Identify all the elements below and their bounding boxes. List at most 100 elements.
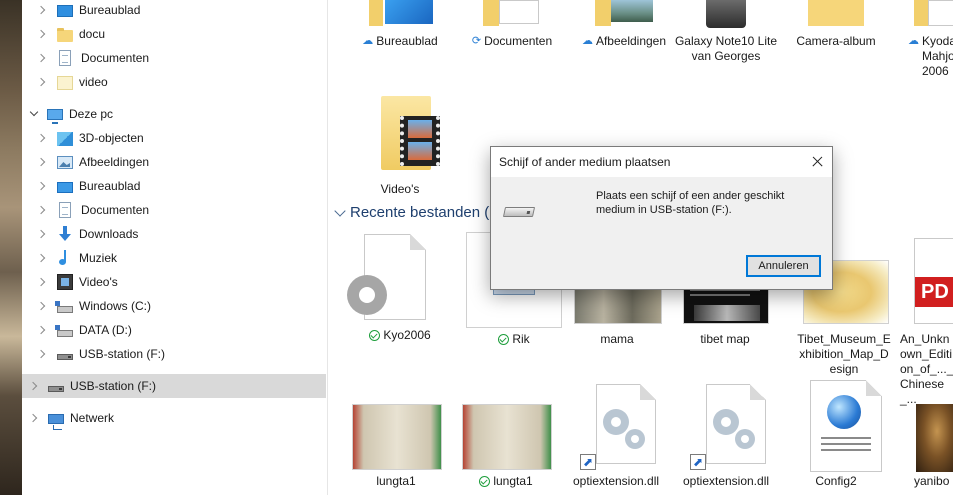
videos-icon: [57, 274, 73, 290]
folder-tile-kyodai[interactable]: ☁ Kyodai Mahjong 2006: [888, 0, 953, 79]
nav-item-documenten-pc[interactable]: Documenten: [22, 198, 326, 222]
folder-tile-videos[interactable]: Video's: [344, 94, 456, 197]
chevron-right-icon[interactable]: [36, 52, 48, 64]
tile-label: Galaxy Note10 Lite van Georges: [670, 34, 782, 64]
chevron-right-icon[interactable]: [36, 348, 48, 360]
file-tile-lungta1-a[interactable]: lungta1: [340, 380, 452, 489]
tile-label: optiextension.dll: [670, 474, 782, 489]
tile-label-text: Galaxy Note10 Lite van Georges: [674, 34, 778, 63]
chevron-right-icon[interactable]: [36, 252, 48, 264]
tile-label-text: lungta1: [493, 474, 533, 488]
nav-item-windows-c[interactable]: Windows (C:): [22, 294, 326, 318]
file-tile-kyo2006[interactable]: Kyo2006: [344, 234, 456, 343]
nav-item-label: Downloads: [79, 227, 139, 241]
nav-item-bureaublad-pc[interactable]: Bureaublad: [22, 174, 326, 198]
chevron-down-icon[interactable]: [28, 108, 40, 120]
file-thumbnail: [347, 234, 426, 320]
chevron-right-icon[interactable]: [36, 324, 48, 336]
nav-item-label: Video's: [79, 275, 118, 289]
folder-tile-documenten[interactable]: ⟳ Documenten: [456, 0, 568, 49]
chevron-right-icon[interactable]: [36, 76, 48, 88]
tile-label-text: Afbeeldingen: [595, 34, 667, 48]
file-tile-yanibo[interactable]: yanibo: [898, 380, 953, 489]
film-strip-icon: [400, 116, 440, 166]
nav-item-docu[interactable]: docu: [22, 22, 326, 46]
file-tile-config2[interactable]: Config2: [780, 380, 892, 489]
chevron-right-icon[interactable]: [36, 132, 48, 144]
nav-item-muziek[interactable]: Muziek: [22, 246, 326, 270]
folder-tile-bureaublad[interactable]: ☁ Bureaublad: [344, 0, 456, 49]
sync-ok-icon: [479, 476, 491, 487]
shortcut-arrow-icon: ⬈: [580, 454, 596, 470]
nav-item-label: Bureaublad: [79, 179, 141, 193]
chevron-right-icon[interactable]: [36, 228, 48, 240]
tile-label: ⟳ Documenten: [456, 34, 568, 49]
nav-item-documenten[interactable]: Documenten: [22, 46, 326, 70]
folder-icon: [57, 27, 73, 42]
tile-label: mama: [561, 332, 673, 347]
folder-icon: [808, 0, 864, 26]
gear-icon: [713, 409, 739, 435]
folder-icon: [483, 0, 499, 26]
nav-item-3d-objecten[interactable]: 3D-objecten: [22, 126, 326, 150]
file-thumbnail: [460, 380, 552, 472]
device-tile-galaxy-note10[interactable]: Galaxy Note10 Lite van Georges: [670, 0, 782, 64]
dialog-titlebar[interactable]: Schijf of ander medium plaatsen: [491, 147, 832, 177]
nav-item-deze-pc[interactable]: Deze pc: [22, 102, 326, 126]
nav-item-data-d[interactable]: DATA (D:): [22, 318, 326, 342]
chevron-right-icon[interactable]: [36, 28, 48, 40]
chevron-right-icon[interactable]: [36, 4, 48, 16]
desktop-preview: [385, 0, 433, 24]
chevron-right-icon[interactable]: [36, 204, 48, 216]
nav-item-usb-f[interactable]: USB-station (F:): [22, 342, 326, 366]
tile-label-text: Bureaublad: [376, 34, 438, 48]
chevron-right-icon[interactable]: [36, 180, 48, 192]
close-icon[interactable]: [802, 147, 832, 177]
chevron-down-icon[interactable]: [334, 204, 346, 217]
folder-thumbnail: [589, 0, 659, 30]
image-strip: [694, 305, 760, 321]
chevron-right-icon[interactable]: [36, 276, 48, 288]
nav-item-afbeeldingen[interactable]: Afbeeldingen: [22, 150, 326, 174]
chevron-right-icon[interactable]: [36, 156, 48, 168]
pdf-badge: PD: [915, 277, 953, 307]
file-tile-optiextension-b[interactable]: ⬈ optiextension.dll: [670, 380, 782, 489]
nav-item-label: Documenten: [81, 51, 150, 65]
dll-page: [706, 384, 766, 464]
nav-item-video[interactable]: video: [22, 70, 326, 94]
chevron-right-icon[interactable]: [28, 380, 40, 392]
file-tile-lungta1-b[interactable]: lungta1: [450, 380, 562, 489]
tile-label-text: Camera-album: [796, 34, 876, 48]
photo-preview: [462, 404, 552, 470]
nav-item-label: Afbeeldingen: [79, 155, 150, 169]
folder-thumbnail: [808, 0, 864, 30]
nav-item-usb-f-selected[interactable]: USB-station (F:): [22, 374, 326, 398]
file-thumbnail: [898, 380, 953, 472]
tile-label-text: mama: [600, 332, 634, 346]
device-thumbnail: [706, 0, 746, 30]
file-thumbnail: PD: [896, 232, 953, 324]
cancel-button[interactable]: Annuleren: [746, 255, 821, 277]
gear-icon: [347, 275, 387, 315]
music-icon: [57, 250, 73, 266]
nav-item-downloads[interactable]: Downloads: [22, 222, 326, 246]
tile-label-text: Tibet_Museum_Exhibition_Map_Design: [797, 332, 891, 376]
section-title: Recente bestanden (2: [350, 204, 498, 221]
recent-files-header[interactable]: Recente bestanden (2: [334, 204, 498, 221]
nav-item-videos[interactable]: Video's: [22, 270, 326, 294]
documents-icon: [59, 50, 71, 66]
chevron-right-icon[interactable]: [28, 412, 40, 424]
nav-item-label: DATA (D:): [79, 323, 132, 337]
nav-item-bureaublad[interactable]: Bureaublad: [22, 0, 326, 22]
network-icon: [48, 414, 64, 430]
this-pc-icon: [47, 109, 63, 124]
nav-item-label: USB-station (F:): [70, 379, 157, 393]
folder-tile-camera-album[interactable]: Camera-album: [780, 0, 892, 49]
nav-item-netwerk[interactable]: Netwerk: [22, 406, 326, 430]
tile-label: lungta1: [450, 474, 562, 489]
file-tile-optiextension-a[interactable]: ⬈ optiextension.dll: [560, 380, 672, 489]
folder-tile-afbeeldingen[interactable]: ☁ Afbeeldingen: [568, 0, 680, 49]
gear-icon: [735, 429, 755, 449]
file-thumbnail: ⬈: [570, 380, 662, 472]
chevron-right-icon[interactable]: [36, 300, 48, 312]
